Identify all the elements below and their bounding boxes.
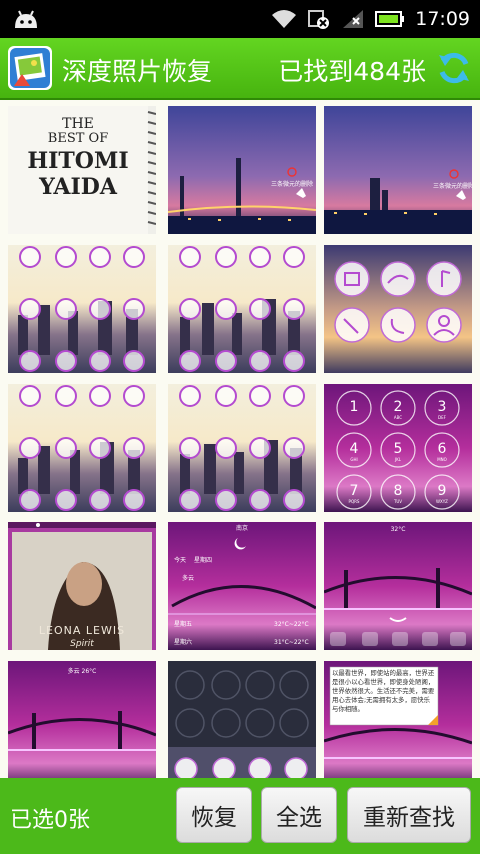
album-line3: HITOMI [27,148,128,174]
lock-key-digit: 9 [438,483,447,499]
photo-thumbnail-theme-city-4[interactable] [168,384,316,512]
photo-thumbnail-lockscreen[interactable]: 1 2 ABC 3 DEF 4 GHI 5 JKL 6 MNO 7 PQRS 8 TUV 9 WXYZ [324,384,472,512]
refresh-icon[interactable] [436,50,472,86]
battery-icon [375,11,405,27]
clock: 17:09 [415,8,470,30]
album-line2: BEST OF [48,131,108,146]
lock-key-letters: GHI [350,457,357,462]
photo-thumbnail-note[interactable]: 以最看世界，即使站的最高，世界还是很小以心看世界，即使身处陋阁，世界依然很大。生… [324,661,472,778]
lock-key-letters: DEF [438,415,447,420]
select-all-button[interactable]: 全选 [261,787,337,843]
photo-thumbnail-theme-city-2[interactable] [168,245,316,373]
lock-key-letters: MNO [437,457,447,462]
rescan-button[interactable]: 重新查找 [347,787,471,843]
photo-thumbnail-album[interactable]: THE BEST OF HITOMI YAIDA [8,106,156,234]
lock-key-letters: JKL [394,457,402,462]
weather-row-0-date: 星期四 [194,556,212,564]
leona-spirit: Spirit [70,639,94,649]
android-icon [15,10,37,28]
lock-key-digit: 3 [438,399,447,415]
sync-icon [308,10,330,29]
temp-small-2: 多云 26°C [68,667,97,675]
lock-key-letters: WXYZ [436,499,448,504]
photo-thumbnail-weather[interactable]: 南京 今天 星期四 多云 星期五 32°C~22°C 星期六 31°C~22°C [168,522,316,650]
photo-thumbnail-bridge-purple-1[interactable]: 32°C [324,522,472,650]
photo-thumbnail-theme-sunset[interactable] [324,245,472,373]
lock-key-digit: 8 [394,483,403,499]
photo-thumbnail-theme-city-3[interactable] [8,384,156,512]
weather-title: 南京 [236,524,248,532]
lock-key-digit: 4 [350,441,359,457]
photo-thumbnail-bridge-purple-2[interactable]: 多云 26°C [8,661,156,778]
album-line4: YAIDA [38,174,118,200]
recover-button[interactable]: 恢复 [176,787,252,843]
note-text: 以最看世界，即使站的最高，世界还是很小以心看世界，即使身处陋阁，世界依然很大。生… [332,669,435,713]
lock-key-digit: 2 [394,399,403,415]
lock-key-digit: 1 [350,399,359,415]
photo-thumbnail-bridge-dusk-2[interactable]: 三条微元的删除 [324,106,472,234]
lock-key-digit: 7 [350,483,359,499]
photo-grid: THE BEST OF HITOMI YAIDA 三条微元的删除 三条微元的删除… [0,100,480,778]
photo-thumbnail-theme-city-1[interactable] [8,245,156,373]
photo-thumbnail-bridge-dusk-1[interactable]: 三条微元的删除 [168,106,316,234]
app-title: 深度照片恢复 [62,57,213,86]
app-logo [8,46,52,90]
weather-row-3-day: 星期六 [174,638,192,646]
lock-key-letters: ABC [394,415,402,420]
leona-name: LEONA LEWIS [39,624,125,637]
photo-thumbnail-dark-icons[interactable] [168,661,316,778]
lock-key-letters: TUV [393,499,402,504]
signal-icon [343,10,364,28]
lock-key-digit: 5 [394,441,403,457]
lock-key-letters: PQRS [349,499,360,504]
temp-small-1: 32°C [391,526,406,533]
weather-row-0-day: 今天 [174,556,186,564]
photo-thumbnail-leona[interactable]: LEONA LEWIS Spirit [8,522,156,650]
lock-key-digit: 6 [438,441,447,457]
weather-row-3-temp: 31°C~22°C [274,639,309,646]
weather-row-2-day: 星期五 [174,620,192,628]
app-bar: 深度照片恢复 已找到484张 [0,38,480,100]
status-bar: 17:09 [0,0,480,38]
bridge-label-2: 三条微元的删除 [433,182,472,190]
found-count: 已找到484张 [278,57,426,86]
album-line1: THE [62,116,94,132]
bridge-label-1: 三条微元的删除 [271,180,313,188]
weather-row-1-day: 多云 [182,574,194,582]
wifi-icon [272,10,297,28]
bottom-bar: 已选0张 恢复 全选 重新查找 [0,778,480,854]
weather-row-2-temp: 32°C~22°C [274,621,309,628]
selected-count: 已选0张 [10,808,90,833]
